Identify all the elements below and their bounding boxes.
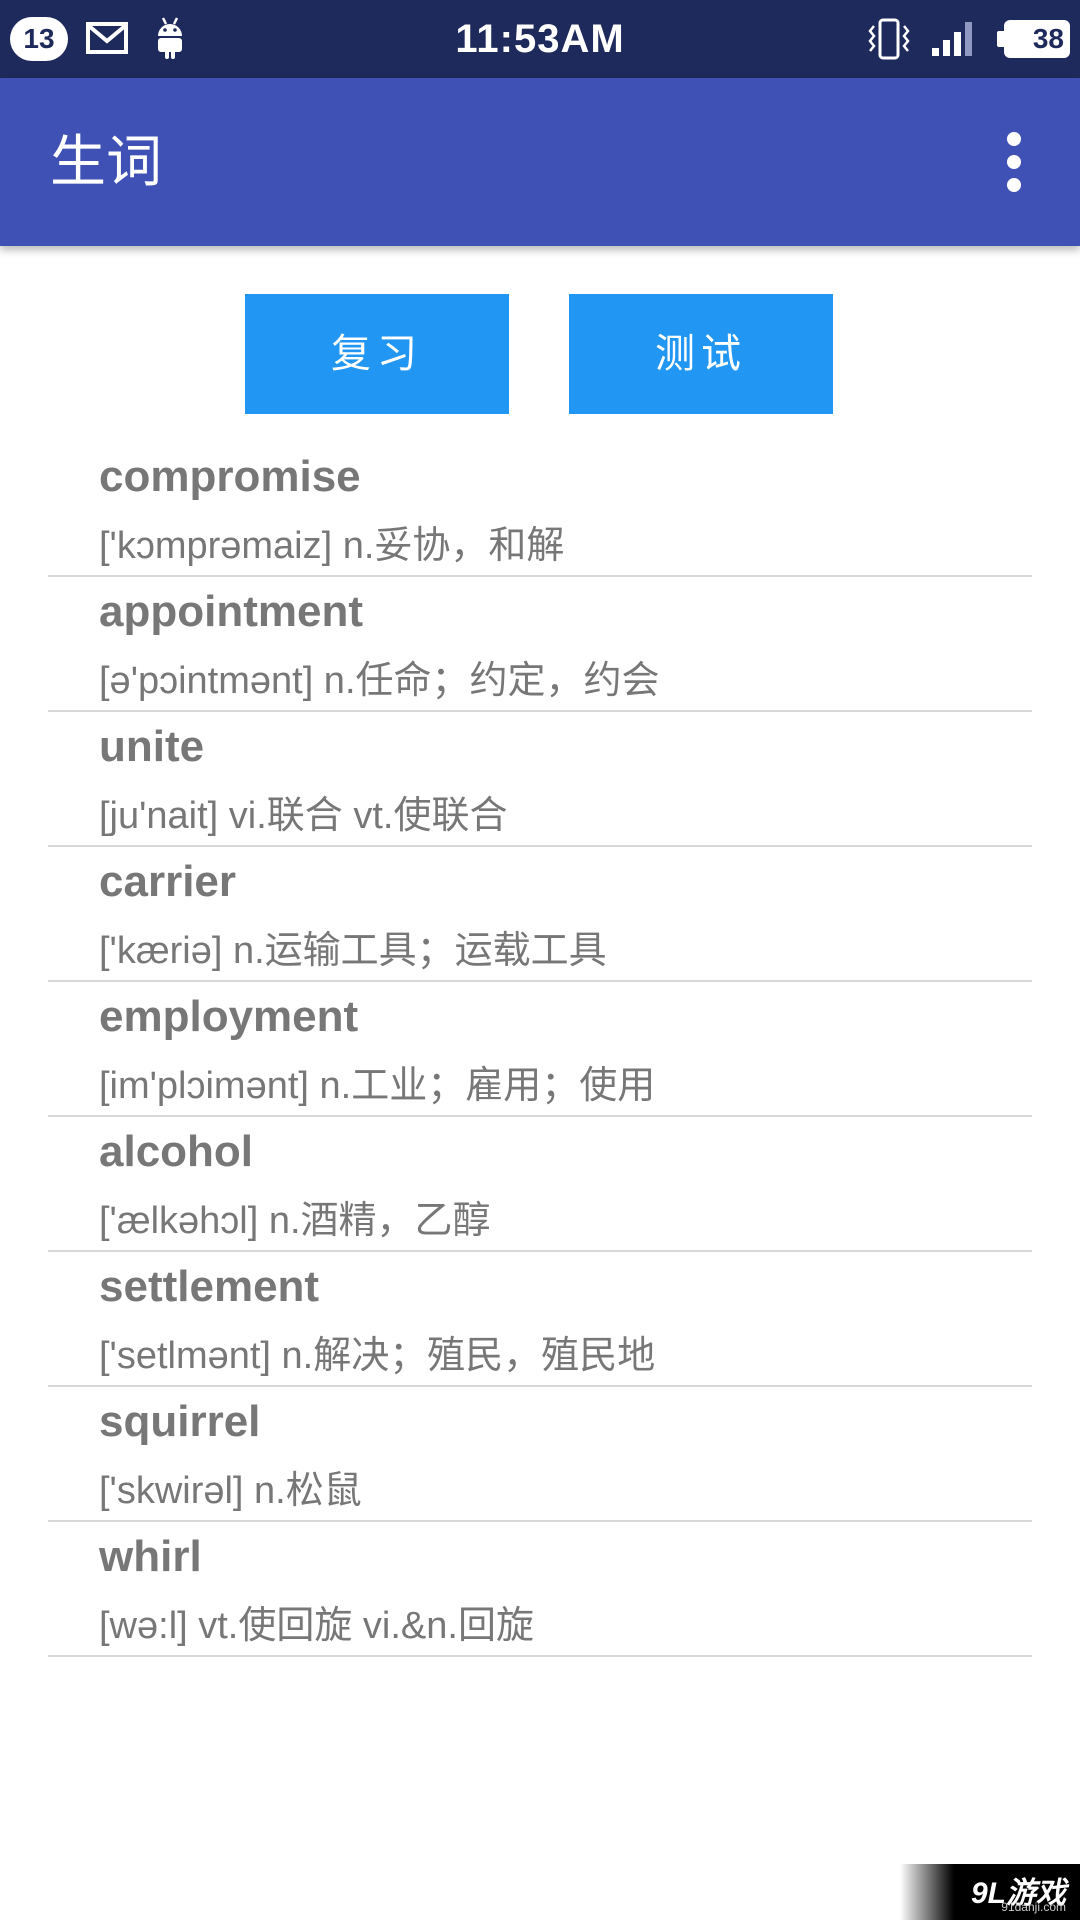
word-meaning: ['skwirəl] n.松鼠 [99,1470,362,1512]
word-text: unite [99,722,205,771]
word-meaning: ['ælkəhɔl] n.酒精，乙醇 [99,1200,491,1242]
word-list-item[interactable]: settlement ['setlmənt] n.解决；殖民，殖民地 [48,1252,1032,1387]
watermark-url: 91danji.com [1001,1900,1066,1914]
word-list-item[interactable]: employment [im'plɔimənt] n.工业；雇用；使用 [48,982,1032,1117]
word-text: compromise [99,452,361,501]
word-text: squirrel [99,1397,261,1446]
watermark: 9L游戏 91danji.com [900,1864,1080,1920]
word-meaning: [wə:l] vt.使回旋 vi.&n.回旋 [99,1605,534,1647]
page-title: 生词 [50,130,162,193]
word-list-item[interactable]: alcohol ['ælkəhɔl] n.酒精，乙醇 [48,1117,1032,1252]
word-text: appointment [99,587,363,636]
battery-icon: 38 [997,20,1070,58]
menu-dot [1007,155,1021,169]
review-button[interactable]: 复习 [245,294,509,414]
word-text: alcohol [99,1127,254,1176]
word-list: compromise ['kɔmprəmaiz] n.妥协，和解 appoint… [48,442,1032,1657]
notification-count-badge: 13 [10,17,68,61]
word-meaning: ['kæriə] n.运输工具；运载工具 [99,930,607,972]
word-meaning: ['setlmənt] n.解决；殖民，殖民地 [99,1335,656,1377]
menu-dot [1007,132,1021,146]
word-text: carrier [99,857,237,906]
word-meaning: [ə'pɔintmənt] n.任命；约定，约会 [99,660,660,702]
vibrate-icon [868,18,910,60]
overflow-menu-icon[interactable] [994,130,1034,194]
menu-dot [1007,178,1021,192]
mail-icon [86,22,128,54]
word-meaning: [ju'nait] vi.联合 vt.使联合 [99,795,508,837]
word-list-item[interactable]: carrier ['kæriə] n.运输工具；运载工具 [48,847,1032,982]
word-meaning: [im'plɔimənt] n.工业；雇用；使用 [99,1065,656,1107]
word-list-item[interactable]: squirrel ['skwirəl] n.松鼠 [48,1387,1032,1522]
word-meaning: ['kɔmprəmaiz] n.妥协，和解 [99,525,565,567]
android-icon [158,17,182,59]
word-list-item[interactable]: unite [ju'nait] vi.联合 vt.使联合 [48,712,1032,847]
app-bar: 生词 [0,78,1080,246]
word-list-item[interactable]: whirl [wə:l] vt.使回旋 vi.&n.回旋 [48,1522,1032,1657]
test-button[interactable]: 测试 [569,294,833,414]
word-text: employment [99,992,359,1041]
signal-icon [932,22,972,56]
status-bar: 13 11:53AM 38 [0,0,1080,78]
word-list-item[interactable]: compromise ['kɔmprəmaiz] n.妥协，和解 [48,442,1032,577]
word-text: whirl [99,1532,202,1581]
word-text: settlement [99,1262,320,1311]
word-list-item[interactable]: appointment [ə'pɔintmənt] n.任命；约定，约会 [48,577,1032,712]
